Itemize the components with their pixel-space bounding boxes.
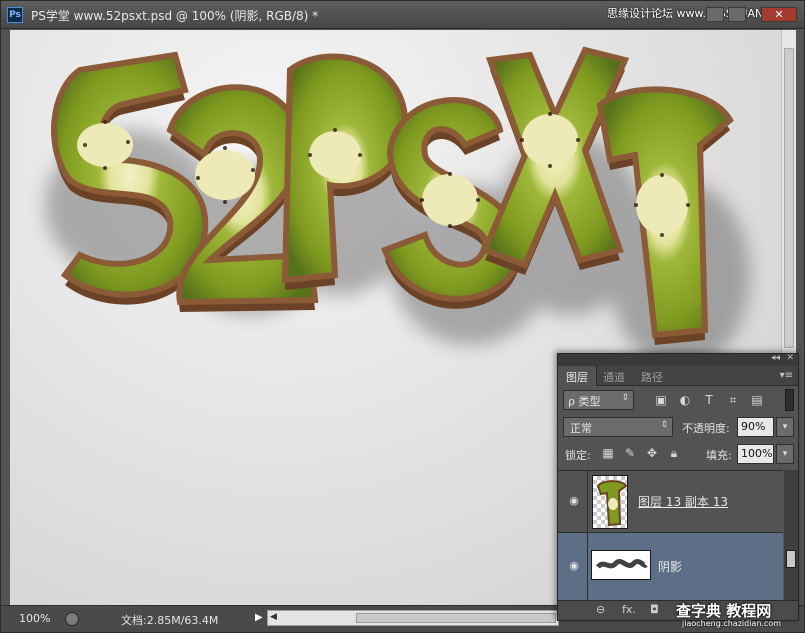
blend-mode-value: 正常 [570, 422, 592, 435]
layer-name[interactable]: 图层 13 副本 13 [638, 493, 728, 510]
shape-icon[interactable]: ⌗ [724, 391, 742, 409]
fill-dropdown-button[interactable]: ▾ [776, 444, 794, 464]
filter-toggle-switch[interactable] [785, 389, 794, 411]
document-title: PS学堂 www.52psxt.psd @ 100% (阴影, RGB/8) * [31, 9, 319, 23]
layer-list-scroll-thumb[interactable] [786, 550, 796, 568]
watermark-badge: 查字典 教程网 jiaocheng.chazidian.com [672, 600, 804, 630]
fx-icon[interactable]: fx. [622, 603, 636, 616]
fill-input[interactable]: 100% [737, 444, 774, 464]
status-info-icon[interactable] [65, 612, 79, 626]
close-button[interactable]: ✕ [761, 7, 797, 22]
layer-name[interactable]: 阴影 [658, 558, 682, 575]
letter-5 [51, 51, 209, 305]
panel-menu-icon[interactable]: ▾≡ [780, 370, 793, 381]
visibility-eye-icon[interactable]: ◉ [566, 559, 582, 573]
horizontal-scroll-thumb[interactable] [356, 613, 556, 623]
filter-kind-label: ρ 类型 [568, 395, 601, 408]
tab-layers[interactable]: 图层 [558, 366, 597, 386]
document-size-info: 文档:2.85M/63.4M [121, 614, 219, 627]
photoshop-logo-icon: Ps [7, 7, 23, 23]
shadow-thumbnail-icon [596, 559, 648, 569]
lock-move-icon[interactable]: ✥ [644, 445, 660, 461]
close-panel-icon[interactable]: ✕ [786, 353, 794, 363]
tab-paths[interactable]: 路径 [641, 369, 663, 385]
tab-channels[interactable]: 通道 [603, 369, 625, 385]
status-menu-arrow-icon[interactable]: ▶ [255, 612, 263, 623]
vertical-scroll-thumb[interactable] [784, 48, 794, 348]
layers-panel: ◂◂ ✕ 图层 通道 路径 ▾≡ ρ 类型 ⇕ ▣ ◐ T ⌗ ▤ 正常 ⇕ 不… [557, 353, 799, 621]
scroll-left-icon[interactable]: ◀ [270, 612, 277, 622]
watermark-main-text: 查字典 教程网 [676, 602, 772, 620]
layer-filter-select[interactable]: ρ 类型 ⇕ [563, 390, 634, 410]
mask-icon[interactable]: ◘ [650, 603, 659, 616]
layer-thumbnail [591, 550, 651, 580]
visibility-eye-icon[interactable]: ◉ [566, 494, 582, 508]
dropdown-arrow-icon: ⇕ [660, 420, 668, 430]
lock-label: 锁定: [565, 449, 591, 462]
panel-header-bar[interactable]: ◂◂ ✕ [558, 353, 798, 366]
opacity-dropdown-button[interactable]: ▾ [776, 417, 794, 437]
image-icon[interactable]: ▣ [652, 391, 670, 409]
link-icon[interactable]: ⊖ [596, 603, 605, 616]
layer-thumbnail [592, 475, 628, 529]
lock-transparent-icon[interactable]: ▦ [600, 445, 616, 461]
fill-label: 填充: [706, 449, 732, 462]
blend-mode-select[interactable]: 正常 ⇕ [563, 417, 673, 437]
zoom-level-field[interactable]: 100% [19, 612, 50, 625]
horizontal-scrollbar[interactable]: ◀ [267, 610, 559, 626]
adjustment-icon[interactable]: ◐ [676, 391, 694, 409]
type-icon[interactable]: T [700, 391, 718, 409]
watermark-sub-text: jiaocheng.chazidian.com [682, 619, 782, 628]
lock-paint-icon[interactable]: ✎ [622, 445, 638, 461]
minimize-button[interactable] [706, 7, 724, 22]
kiwi-t-thumbnail-icon [596, 480, 627, 527]
layer-row[interactable]: ◉ 图层 13 副本 13 [558, 471, 783, 533]
maximize-button[interactable] [728, 7, 746, 22]
opacity-label: 不透明度: [682, 422, 730, 435]
dropdown-arrow-icon: ⇕ [621, 393, 629, 403]
layer-row-selected[interactable]: ◉ 阴影 [558, 533, 783, 601]
lock-all-icon[interactable]: 🔒︎ [666, 445, 682, 461]
panel-tab-bar: 图层 通道 路径 ▾≡ [558, 366, 798, 386]
title-bar[interactable]: Ps PS学堂 www.52psxt.psd @ 100% (阴影, RGB/8… [1, 1, 804, 29]
smart-object-icon[interactable]: ▤ [748, 391, 766, 409]
collapse-panel-icon[interactable]: ◂◂ [771, 353, 780, 363]
opacity-input[interactable]: 90% [737, 417, 774, 437]
layer-list-scrollbar[interactable] [784, 470, 798, 600]
layer-list: ◉ 图层 13 副本 13 ◉ 阴影 [558, 470, 783, 601]
